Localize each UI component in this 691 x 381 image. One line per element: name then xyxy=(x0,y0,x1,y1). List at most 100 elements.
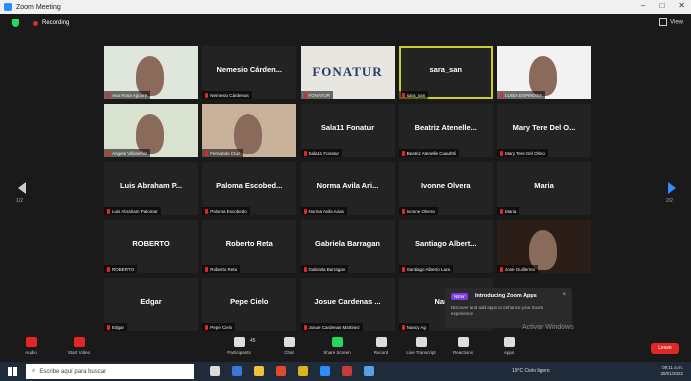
participant-tile[interactable]: Nemesio Cárden... Nemesio Cárdenas xyxy=(202,46,297,99)
participant-label-text: Angela Villaseñor xyxy=(112,150,147,156)
recording-label[interactable]: Recording xyxy=(42,20,69,26)
muted-mic-icon xyxy=(401,266,405,272)
participant-tile[interactable]: Santiago Albert... Santiago Alberto Lara xyxy=(398,220,493,273)
participant-silhouette xyxy=(529,56,557,96)
apps-icon xyxy=(503,337,515,347)
participant-tile[interactable]: sara_san sara_san xyxy=(398,46,493,99)
participant-label-text: Nancy Ag xyxy=(406,324,427,330)
outlook-icon[interactable] xyxy=(364,366,374,376)
muted-mic-icon xyxy=(303,208,307,214)
zoom-apps-notification[interactable]: NEW Introducing Zoom Apps × Discover and… xyxy=(445,288,572,328)
start-video-button[interactable]: Start Video xyxy=(58,337,100,355)
chrome-icon[interactable] xyxy=(298,366,308,376)
participant-tile[interactable]: ROBERTO ROBERTO xyxy=(104,220,198,273)
participant-tile[interactable]: Beatriz Atenelle... Beatriz Atenelle Cuau… xyxy=(398,104,493,157)
toolbar-button-label: Audio xyxy=(25,350,37,355)
participant-tile[interactable]: Josue Cardenas ... Josue Cardenas Martine… xyxy=(300,278,395,331)
security-shield-icon[interactable] xyxy=(12,19,19,27)
search-placeholder: Escribe aquí para buscar xyxy=(39,368,107,375)
participant-tile[interactable]: Sala11 Fonatur Sala11 Fonatur xyxy=(300,104,395,157)
window-titlebar: Zoom Meeting – □ ✕ xyxy=(0,0,691,14)
leave-button[interactable]: Leave xyxy=(651,343,679,354)
muted-mic-icon xyxy=(205,324,209,330)
participant-tile[interactable]: Maria Maria xyxy=(497,162,591,215)
weather-status[interactable]: 19°C Cielo ligero xyxy=(512,368,550,374)
participant-tile[interactable]: Pepe Cielo Pepe Cielo xyxy=(202,278,297,331)
participant-tile[interactable]: Ivonne Olvera Ivonne Olvera xyxy=(398,162,493,215)
previous-page-arrow-icon[interactable] xyxy=(18,182,26,194)
chat-button[interactable]: Chat xyxy=(268,337,310,355)
participant-tile[interactable]: Paloma Escobed... Paloma Escobedo xyxy=(202,162,297,215)
participant-tile[interactable]: Gabriela Barragan Gabriela Barragan xyxy=(300,220,395,273)
participant-tile[interactable]: Jose Guillermo xyxy=(497,220,591,273)
reactions-button[interactable]: Reactions xyxy=(442,337,484,355)
meeting-topbar: Recording View xyxy=(0,14,691,32)
toolbar-button-label: Live Transcript xyxy=(406,350,436,355)
participant-tile[interactable]: Ana Rosa Aguirre xyxy=(104,46,198,99)
participant-label-text: Roberto Reta xyxy=(210,266,238,272)
taskbar-search-input[interactable]: ⌕ Escribe aquí para buscar xyxy=(26,364,194,379)
apps-button[interactable]: Apps xyxy=(488,337,530,355)
participant-tile[interactable]: Roberto Reta Roberto Reta xyxy=(202,220,297,273)
audio-button[interactable]: Audio xyxy=(10,337,52,355)
search-icon: ⌕ xyxy=(32,368,36,374)
windows-start-icon[interactable] xyxy=(8,367,17,376)
participant-tile[interactable]: LUISA ESPINOSA xyxy=(497,46,591,99)
task-view-icon[interactable] xyxy=(210,366,220,376)
participant-label: Fernando Cruz xyxy=(202,149,244,157)
zoom-taskbar-icon[interactable] xyxy=(320,366,330,376)
file-explorer-icon[interactable] xyxy=(254,366,264,376)
participant-label-text: Pepe Cielo xyxy=(210,324,233,330)
participant-label: Angela Villaseñor xyxy=(104,149,150,157)
maximize-icon[interactable]: □ xyxy=(659,1,664,10)
participant-tile[interactable]: FONATUR FONATUR xyxy=(300,46,395,99)
muted-mic-icon xyxy=(500,266,503,272)
view-label: View xyxy=(670,19,683,26)
record-button[interactable]: Record xyxy=(360,337,402,355)
participant-name: Edgar xyxy=(140,297,162,306)
next-page-arrow-icon[interactable] xyxy=(668,182,676,194)
muted-mic-icon xyxy=(205,266,209,272)
participant-label: LUISA ESPINOSA xyxy=(497,91,546,99)
participant-tile[interactable]: Angela Villaseñor xyxy=(104,104,198,157)
system-clock[interactable]: 09:11 a.m. 28/01/2022 xyxy=(660,365,683,377)
edge-icon[interactable] xyxy=(232,366,242,376)
toolbar-button-label: Chat xyxy=(284,350,294,355)
muted-mic-icon xyxy=(107,92,110,98)
office-icon[interactable] xyxy=(276,366,286,376)
participant-label-text: Beatriz Atenelle Cuauhtli xyxy=(406,150,456,156)
clock-date: 28/01/2022 xyxy=(660,371,683,376)
participant-label-text: Norma Avila Arias xyxy=(308,208,344,214)
video-off-icon xyxy=(73,337,85,347)
participant-label: Maria xyxy=(497,207,520,215)
participant-tile[interactable]: Edgar Edgar xyxy=(104,278,198,331)
minimize-icon[interactable]: – xyxy=(641,1,645,10)
close-icon[interactable]: ✕ xyxy=(678,1,685,10)
view-button[interactable]: View xyxy=(659,18,683,26)
zoom-app-icon xyxy=(4,3,12,11)
recording-dot-icon xyxy=(33,20,38,26)
share-screen-button[interactable]: Share Screen xyxy=(316,337,358,355)
participant-tile[interactable]: Fernando Cruz xyxy=(202,104,297,157)
muted-mic-icon xyxy=(107,266,110,272)
participant-name: Gabriela Barragan xyxy=(314,239,381,248)
muted-mic-icon xyxy=(303,92,307,98)
participants-count: 45 xyxy=(250,338,256,344)
participant-label-text: Luis Abraham Palomar xyxy=(112,208,158,214)
live-transcript-button[interactable]: Live Transcript xyxy=(400,337,442,355)
app-taskbar-icon[interactable] xyxy=(342,366,352,376)
participant-label: Edgar xyxy=(104,323,128,331)
participant-name: sara_san xyxy=(429,65,463,74)
participant-tile[interactable]: Mary Tere Del O... Mary Tere Del Olmo xyxy=(497,104,591,157)
participant-label-text: Ana Rosa Aguirre xyxy=(112,92,148,98)
participant-name: Luis Abraham P... xyxy=(119,181,183,190)
participant-name: Pepe Cielo xyxy=(230,297,269,306)
participant-tile[interactable]: Luis Abraham P... Luis Abraham Palomar xyxy=(104,162,198,215)
participant-name: Norma Avila Ari... xyxy=(316,181,379,190)
muted-mic-icon xyxy=(303,266,307,272)
notification-close-icon[interactable]: × xyxy=(562,292,566,298)
participant-tile[interactable]: Norma Avila Ari... Norma Avila Arias xyxy=(300,162,395,215)
participant-silhouette xyxy=(136,56,164,96)
participant-label: Ivonne Olvera xyxy=(398,207,438,215)
window-controls: – □ ✕ xyxy=(641,1,685,10)
